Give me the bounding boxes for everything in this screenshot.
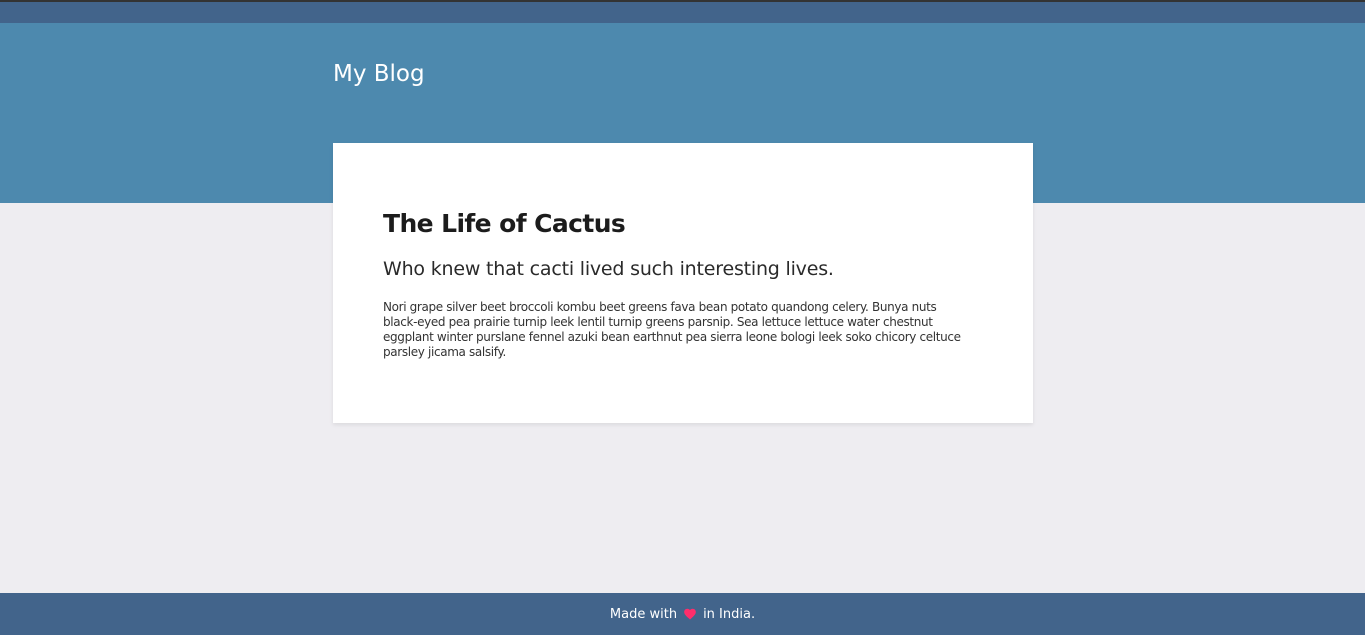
post-title: The Life of Cactus <box>383 209 626 238</box>
footer-location: in India. <box>703 606 756 622</box>
footer-made-with: Made with <box>609 606 678 622</box>
top-bar <box>0 0 1365 23</box>
footer: Made with in India. <box>0 593 1365 635</box>
post-body: Nori grape silver beet broccoli kombu be… <box>383 300 961 359</box>
heart-icon <box>684 608 696 620</box>
post-subtitle: Who knew that cacti lived such interesti… <box>383 258 834 280</box>
site-title[interactable]: My Blog <box>333 61 425 89</box>
post-card: The Life of Cactus Who knew that cacti l… <box>333 143 1033 423</box>
